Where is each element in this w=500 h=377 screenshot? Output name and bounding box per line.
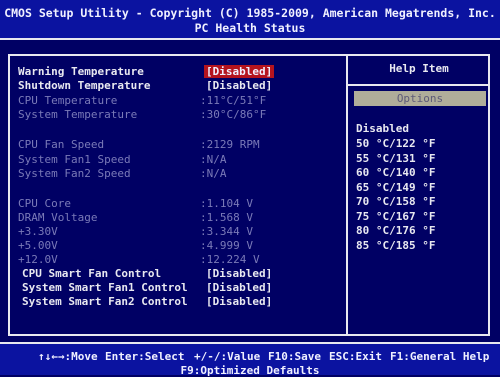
option-item: 55 °C/131 °F <box>356 152 436 165</box>
key-move: ↑↓←→:Move <box>38 350 98 363</box>
setting-warning-temperature-value[interactable]: [Disabled] <box>204 65 275 78</box>
dram-voltage-label: DRAM Voltage <box>18 211 98 224</box>
option-item: 65 °C/149 °F <box>356 181 436 194</box>
cpu-fan-speed-label: CPU Fan Speed <box>18 138 105 151</box>
key-select: Enter:Select <box>105 350 185 363</box>
key-legend: ↑↓←→:Move Enter:Select +/-/:Value F10:Sa… <box>0 344 500 377</box>
title-bar: CMOS Setup Utility - Copyright (C) 1985-… <box>0 0 500 40</box>
system-smart-fan2-control-label[interactable]: System Smart Fan2 Control <box>22 295 188 308</box>
key-value: +/-/:Value <box>194 350 261 363</box>
key-save: F10:Save <box>268 350 321 363</box>
panel-divider <box>346 54 348 336</box>
app-title: CMOS Setup Utility - Copyright (C) 1985-… <box>4 6 496 20</box>
cpu-core-voltage-value: :1.104 V <box>200 197 253 210</box>
system-fan2-speed-value: :N/A <box>200 167 227 180</box>
cpu-smart-fan-control-value[interactable]: [Disabled] <box>206 267 272 280</box>
system-fan1-speed-value: :N/A <box>200 153 227 166</box>
voltage-12v-value: :12.224 V <box>200 253 260 266</box>
system-fan1-speed-label: System Fan1 Speed <box>18 153 131 166</box>
options-header: Options <box>354 91 486 106</box>
cpu-temperature-value: :11°C/51°F <box>200 94 267 107</box>
help-divider <box>348 84 490 86</box>
voltage-5v-label: +5.00V <box>18 239 58 252</box>
key-defaults: F9:Optimized Defaults <box>180 364 320 377</box>
option-item: 50 °C/122 °F <box>356 137 436 150</box>
system-smart-fan2-control-value[interactable]: [Disabled] <box>206 295 272 308</box>
page-title: PC Health Status <box>194 21 306 35</box>
system-temperature-label: System Temperature <box>18 108 138 121</box>
voltage-12v-label: +12.0V <box>18 253 58 266</box>
cpu-fan-speed-value: :2129 RPM <box>200 138 260 151</box>
option-item: Disabled <box>356 122 409 135</box>
key-exit: ESC:Exit <box>329 350 382 363</box>
voltage-5v-value: :4.999 V <box>200 239 253 252</box>
option-item: 85 °C/185 °F <box>356 239 436 252</box>
option-item: 60 °C/140 °F <box>356 166 436 179</box>
key-help: F1:General Help <box>390 350 490 363</box>
system-smart-fan1-control-value[interactable]: [Disabled] <box>206 281 272 294</box>
option-item: 70 °C/158 °F <box>356 195 436 208</box>
setting-shutdown-temperature-label[interactable]: Shutdown Temperature <box>18 79 150 92</box>
system-smart-fan1-control-label[interactable]: System Smart Fan1 Control <box>22 281 188 294</box>
dram-voltage-value: :1.568 V <box>200 211 253 224</box>
cpu-temperature-label: CPU Temperature <box>18 94 118 107</box>
voltage-3v3-label: +3.30V <box>18 225 58 238</box>
system-temperature-value: :30°C/86°F <box>200 108 267 121</box>
option-item: 80 °C/176 °F <box>356 224 436 237</box>
option-item: 75 °C/167 °F <box>356 210 436 223</box>
voltage-3v3-value: :3.344 V <box>200 225 253 238</box>
setting-shutdown-temperature-value[interactable]: [Disabled] <box>206 79 272 92</box>
cpu-smart-fan-control-label[interactable]: CPU Smart Fan Control <box>22 267 161 280</box>
system-fan2-speed-label: System Fan2 Speed <box>18 167 131 180</box>
cpu-core-voltage-label: CPU Core <box>18 197 71 210</box>
setting-warning-temperature-label[interactable]: Warning Temperature <box>18 65 144 78</box>
help-item-title: Help Item <box>389 62 449 75</box>
